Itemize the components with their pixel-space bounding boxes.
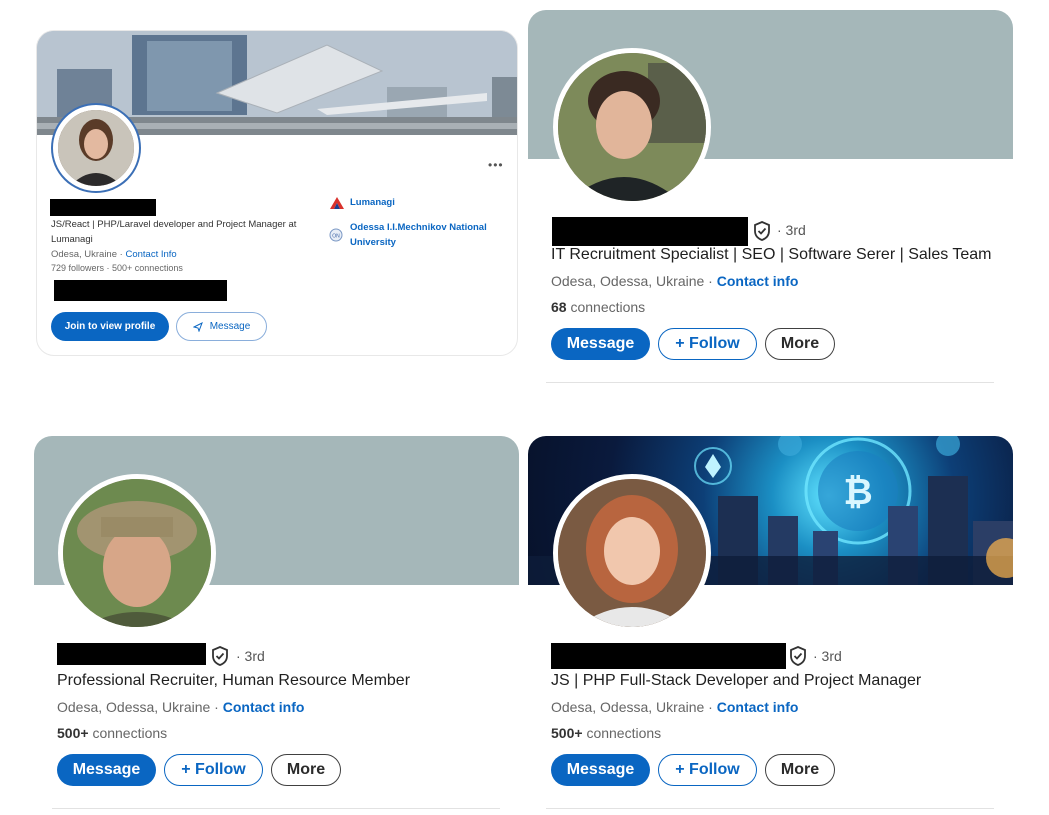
verified-shield-icon: [754, 221, 770, 241]
follow-button[interactable]: + Follow: [658, 754, 757, 786]
profile-headline: IT Recruitment Specialist | SEO | Softwa…: [551, 246, 992, 263]
contact-info-link[interactable]: Contact info: [717, 699, 799, 715]
divider: [546, 382, 994, 383]
connections-label: connections: [92, 725, 168, 741]
connections-line: 68 connections: [551, 299, 645, 315]
follow-button[interactable]: + Follow: [164, 754, 263, 786]
connections-line: 500+ connections: [551, 725, 661, 741]
redacted-name: [552, 217, 748, 246]
more-dots-icon[interactable]: •••: [488, 158, 504, 172]
contact-info-link[interactable]: Contact info: [223, 699, 305, 715]
location-line: Odesa, Odessa, Ukraine · Contact info: [551, 273, 798, 289]
location-line: Odesa, Ukraine · Contact Info: [51, 249, 177, 260]
profile-avatar[interactable]: [553, 48, 711, 206]
message-button[interactable]: Message: [551, 328, 650, 360]
profile-avatar[interactable]: [553, 474, 711, 632]
location-text: Odesa, Ukraine: [51, 249, 118, 260]
message-button[interactable]: Message: [176, 312, 267, 341]
contact-info-link[interactable]: Contact Info: [125, 249, 176, 260]
location-line: Odesa, Odessa, Ukraine · Contact info: [551, 699, 798, 715]
send-icon: [192, 321, 203, 332]
divider: [52, 808, 500, 809]
profile-headline: Professional Recruiter, Human Resource M…: [57, 672, 411, 689]
university-logo-icon: ON: [329, 228, 343, 242]
verified-shield-icon: [212, 646, 228, 666]
redacted-name: [50, 199, 156, 216]
location-line: Odesa, Odessa, Ukraine · Contact info: [57, 699, 304, 715]
message-button[interactable]: Message: [57, 754, 156, 786]
more-button[interactable]: More: [271, 754, 341, 786]
more-button[interactable]: More: [765, 754, 835, 786]
redacted-name: [551, 643, 786, 669]
connections-count: 68: [551, 299, 567, 315]
verified-shield-icon: [790, 646, 806, 666]
profile-avatar[interactable]: [53, 105, 139, 191]
redacted-field: [54, 280, 227, 301]
connections-line: 500+ connections: [57, 725, 167, 741]
message-button-label: Message: [209, 321, 251, 332]
location-text: Odesa, Odessa, Ukraine ·: [551, 699, 713, 715]
redacted-name: [57, 643, 206, 665]
contact-info-link[interactable]: Contact info: [717, 273, 799, 289]
profile-headline: JS | PHP Full-Stack Developer and Projec…: [551, 672, 922, 689]
follow-button[interactable]: + Follow: [658, 328, 757, 360]
connection-degree: · 3rd: [236, 648, 265, 664]
connection-degree: · 3rd: [777, 222, 806, 238]
connection-degree: · 3rd: [813, 648, 842, 664]
profile-headline-line2: Lumanagi: [51, 234, 93, 245]
more-button[interactable]: More: [765, 328, 835, 360]
message-button[interactable]: Message: [551, 754, 650, 786]
connections-label: connections: [586, 725, 662, 741]
profile-avatar[interactable]: [58, 474, 216, 632]
svg-text:ON: ON: [332, 234, 340, 240]
company-link[interactable]: Lumanagi: [350, 197, 395, 208]
divider: [546, 808, 994, 809]
lumanagi-logo-icon: [330, 197, 344, 209]
profile-card-2: · 3rd IT Recruitment Specialist | SEO | …: [528, 10, 1013, 390]
connections-count: 500+: [57, 725, 89, 741]
location-text: Odesa, Odessa, Ukraine ·: [57, 699, 219, 715]
join-to-view-profile-button[interactable]: Join to view profile: [51, 312, 169, 341]
svg-text:₿: ₿: [843, 471, 872, 512]
profile-headline-line1: JS/React | PHP/Laravel developer and Pro…: [51, 219, 297, 230]
follower-stats: 729 followers · 500+ connections: [51, 263, 183, 273]
location-text: Odesa, Odessa, Ukraine ·: [551, 273, 713, 289]
profile-card-4: ₿ · 3rd JS | PHP Full-Stack Developer an…: [528, 436, 1013, 815]
school-link-line1[interactable]: Odessa I.I.Mechnikov National: [350, 222, 487, 233]
school-link-line2[interactable]: University: [350, 237, 396, 248]
connections-count: 500+: [551, 725, 583, 741]
connections-label: connections: [570, 299, 646, 315]
profile-card-3: · 3rd Professional Recruiter, Human Reso…: [34, 436, 519, 815]
profile-card-1: ••• JS/React | PHP/Laravel developer and…: [36, 30, 518, 356]
